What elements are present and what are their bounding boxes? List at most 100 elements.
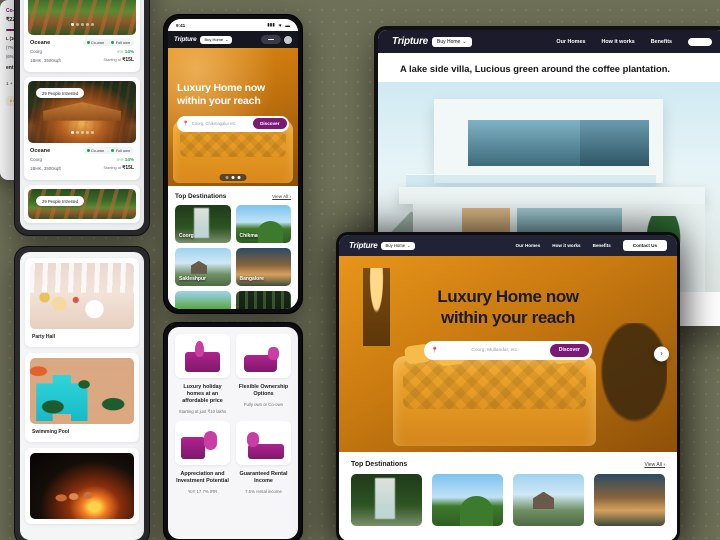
destination-tile[interactable]: Coorg: [175, 205, 231, 243]
view-all-link[interactable]: View All ›: [272, 194, 291, 199]
feature-illustration: [236, 420, 291, 465]
wifi-icon: ▼: [277, 22, 283, 28]
feature-illustration: [175, 334, 230, 378]
logo-text: Tripture: [349, 241, 378, 250]
listing-card[interactable]: 29 People Intrested Oceane Co-own - Full…: [24, 77, 140, 180]
swimming-pool-photo: [30, 358, 134, 424]
destination-tile[interactable]: [175, 291, 231, 309]
feature-cell: Flexible Ownership Options Fully own or …: [236, 334, 291, 415]
hero-headline-line2: within your reach: [441, 308, 575, 328]
brand[interactable]: Tripture Buy Home ⌄: [392, 36, 472, 47]
search-input[interactable]: Coorg, Chikmagalur etc: [192, 121, 250, 126]
destination-tile[interactable]: Bangalore: [235, 248, 291, 286]
brand[interactable]: Tripture Buy Home ⌄: [174, 35, 233, 44]
hero-sofa: [393, 343, 596, 447]
feature-title: Flexible Ownership Options: [238, 384, 289, 398]
feature-grid: Luxury holiday homes at an affordable pr…: [168, 327, 298, 502]
listing-card[interactable]: 29 People Intrested: [24, 185, 140, 223]
destination-label: Coorg: [179, 233, 194, 239]
desktop-navbar: Tripture Buy Home ⌄ Our Homes How it wor…: [339, 235, 677, 256]
desktop-hero: Luxury Home now within your reach 📍 Coor…: [339, 256, 677, 452]
nav-link-our-homes[interactable]: Our Homes: [516, 243, 541, 248]
desktop-mockup-home: Tripture Buy Home ⌄ Our Homes How it wor…: [336, 232, 680, 540]
carousel-next-icon[interactable]: ›: [654, 346, 669, 362]
destination-tile[interactable]: [513, 474, 584, 526]
quantity-stepper[interactable]: 1 +: [6, 81, 13, 86]
listing-title: Oceane: [30, 39, 51, 46]
villa-heading: A lake side villa, Lucious green around …: [400, 63, 671, 74]
nav-link-benefits[interactable]: Benefits: [593, 243, 611, 248]
nav-link-how-it-works[interactable]: How it works: [601, 39, 634, 45]
phone-mockup-home: 9:41 ▮▮▮ ▼ ▬ Tripture Buy Home ⌄ Luxury …: [163, 14, 303, 314]
destination-tile[interactable]: Sakleshpur: [175, 248, 231, 286]
view-all-link[interactable]: View All ›: [645, 462, 665, 468]
listing-photo: 29 People Intrested: [28, 81, 136, 143]
feature-title: Guaranteed Rental Income: [239, 470, 288, 485]
discover-button[interactable]: Discover: [253, 118, 287, 130]
chevron-down-icon: ⌄: [225, 37, 229, 42]
nav-link-benefits[interactable]: Benefits: [651, 39, 672, 45]
contact-us-button[interactable]: Contact Us: [622, 240, 667, 251]
co-own-option[interactable]: Co-own: [86, 40, 104, 45]
feature-subtitle: Starting at just ₹10 lakhs: [178, 409, 227, 415]
destination-tile[interactable]: [235, 291, 291, 309]
carousel-dots[interactable]: [28, 121, 136, 139]
nav-link-our-homes[interactable]: Our Homes: [556, 39, 585, 45]
destination-tile[interactable]: [594, 474, 665, 526]
co-own-option[interactable]: Co-own: [86, 148, 104, 153]
listing-irr: IRR 14%: [116, 49, 134, 54]
avatar[interactable]: [284, 35, 292, 44]
phone-mockup-amenities: Party Hall Swimming Pool: [14, 246, 150, 540]
hero-headline-line2: within your reach: [177, 94, 261, 107]
full-own-option[interactable]: Full own: [111, 148, 130, 153]
signal-icon: ▮▮▮: [267, 22, 275, 27]
villa-window: [579, 119, 650, 166]
hero-searchbar[interactable]: 📍 Coorg, Chikmagalur etc Discover: [177, 115, 289, 132]
amenity-card[interactable]: [25, 448, 139, 524]
listing-card[interactable]: Oceane Co-own - Full own Coorg IRR 14% 1…: [24, 0, 140, 72]
listing-specs: 1BHK, 3500sqft: [30, 57, 61, 63]
destination-tile[interactable]: Chikmagalur: [235, 205, 291, 243]
amenity-card[interactable]: Party Hall: [25, 258, 139, 347]
chevron-right-icon: ›: [663, 461, 665, 468]
buy-home-dropdown[interactable]: Buy Home ⌄: [381, 241, 415, 250]
feature-illustration: [236, 334, 291, 378]
nav-link-how-it-works[interactable]: How it works: [552, 243, 580, 248]
full-own-option[interactable]: Full own: [111, 40, 130, 45]
hero-searchbar[interactable]: 📍 Coorg, Mullandar, etc Discover: [424, 340, 592, 360]
phone-hero: Luxury Home now within your reach 📍 Coor…: [168, 48, 298, 186]
search-input[interactable]: Coorg, Mullandar, etc: [442, 348, 545, 353]
feature-subtitle: 7.5% rental income: [245, 489, 282, 495]
carousel-dots[interactable]: [28, 13, 136, 31]
feature-cell: Luxury holiday homes at an affordable pr…: [175, 334, 230, 415]
status-icons: ▮▮▮ ▼ ▬: [267, 22, 290, 28]
phone-home-screen: 9:41 ▮▮▮ ▼ ▬ Tripture Buy Home ⌄ Luxury …: [168, 19, 298, 309]
brand[interactable]: Tripture Buy Home ⌄: [349, 241, 415, 250]
ownership-pill[interactable]: Co-own - Full own: [82, 147, 134, 154]
pill-separator: -: [107, 148, 109, 153]
contact-us-button[interactable]: [688, 37, 712, 46]
hero-carousel-dots[interactable]: [219, 174, 247, 181]
interest-badge: 29 People Intrested: [36, 88, 85, 98]
buy-home-dropdown[interactable]: Buy Home ⌄: [200, 35, 233, 44]
nav-right: [261, 35, 292, 44]
listing-photo: 29 People Intrested: [28, 189, 136, 219]
buy-home-dropdown[interactable]: Buy Home ⌄: [432, 36, 472, 47]
ownership-pill[interactable]: Co-own - Full own: [82, 39, 134, 46]
listing-title: Oceane: [30, 147, 51, 154]
listing-location: Coorg: [30, 157, 42, 162]
destination-tile[interactable]: [432, 474, 503, 526]
listing-price: Starting at ₹15L: [103, 57, 135, 63]
hero-headline-line1: Luxury Home now: [437, 287, 579, 306]
destination-tile[interactable]: [351, 474, 422, 526]
listing-meta: Oceane Co-own - Full own Coorg IRR 14% 1…: [28, 143, 136, 176]
amenity-card[interactable]: Swimming Pool: [25, 353, 139, 442]
chevron-down-icon: ⌄: [407, 243, 411, 248]
section-header: Top Destinations View All ›: [175, 193, 291, 200]
feature-cell: Appreciation and Investment Potential Yo…: [175, 420, 230, 495]
phone-features-screen: Luxury holiday homes at an affordable pr…: [168, 327, 298, 539]
destination-grid: Coorg Chikmagalur Sakleshpur Bangalore: [175, 205, 291, 309]
chevron-right-icon: ›: [289, 194, 291, 199]
discover-button[interactable]: Discover: [549, 343, 589, 357]
menu-icon[interactable]: [261, 35, 281, 44]
